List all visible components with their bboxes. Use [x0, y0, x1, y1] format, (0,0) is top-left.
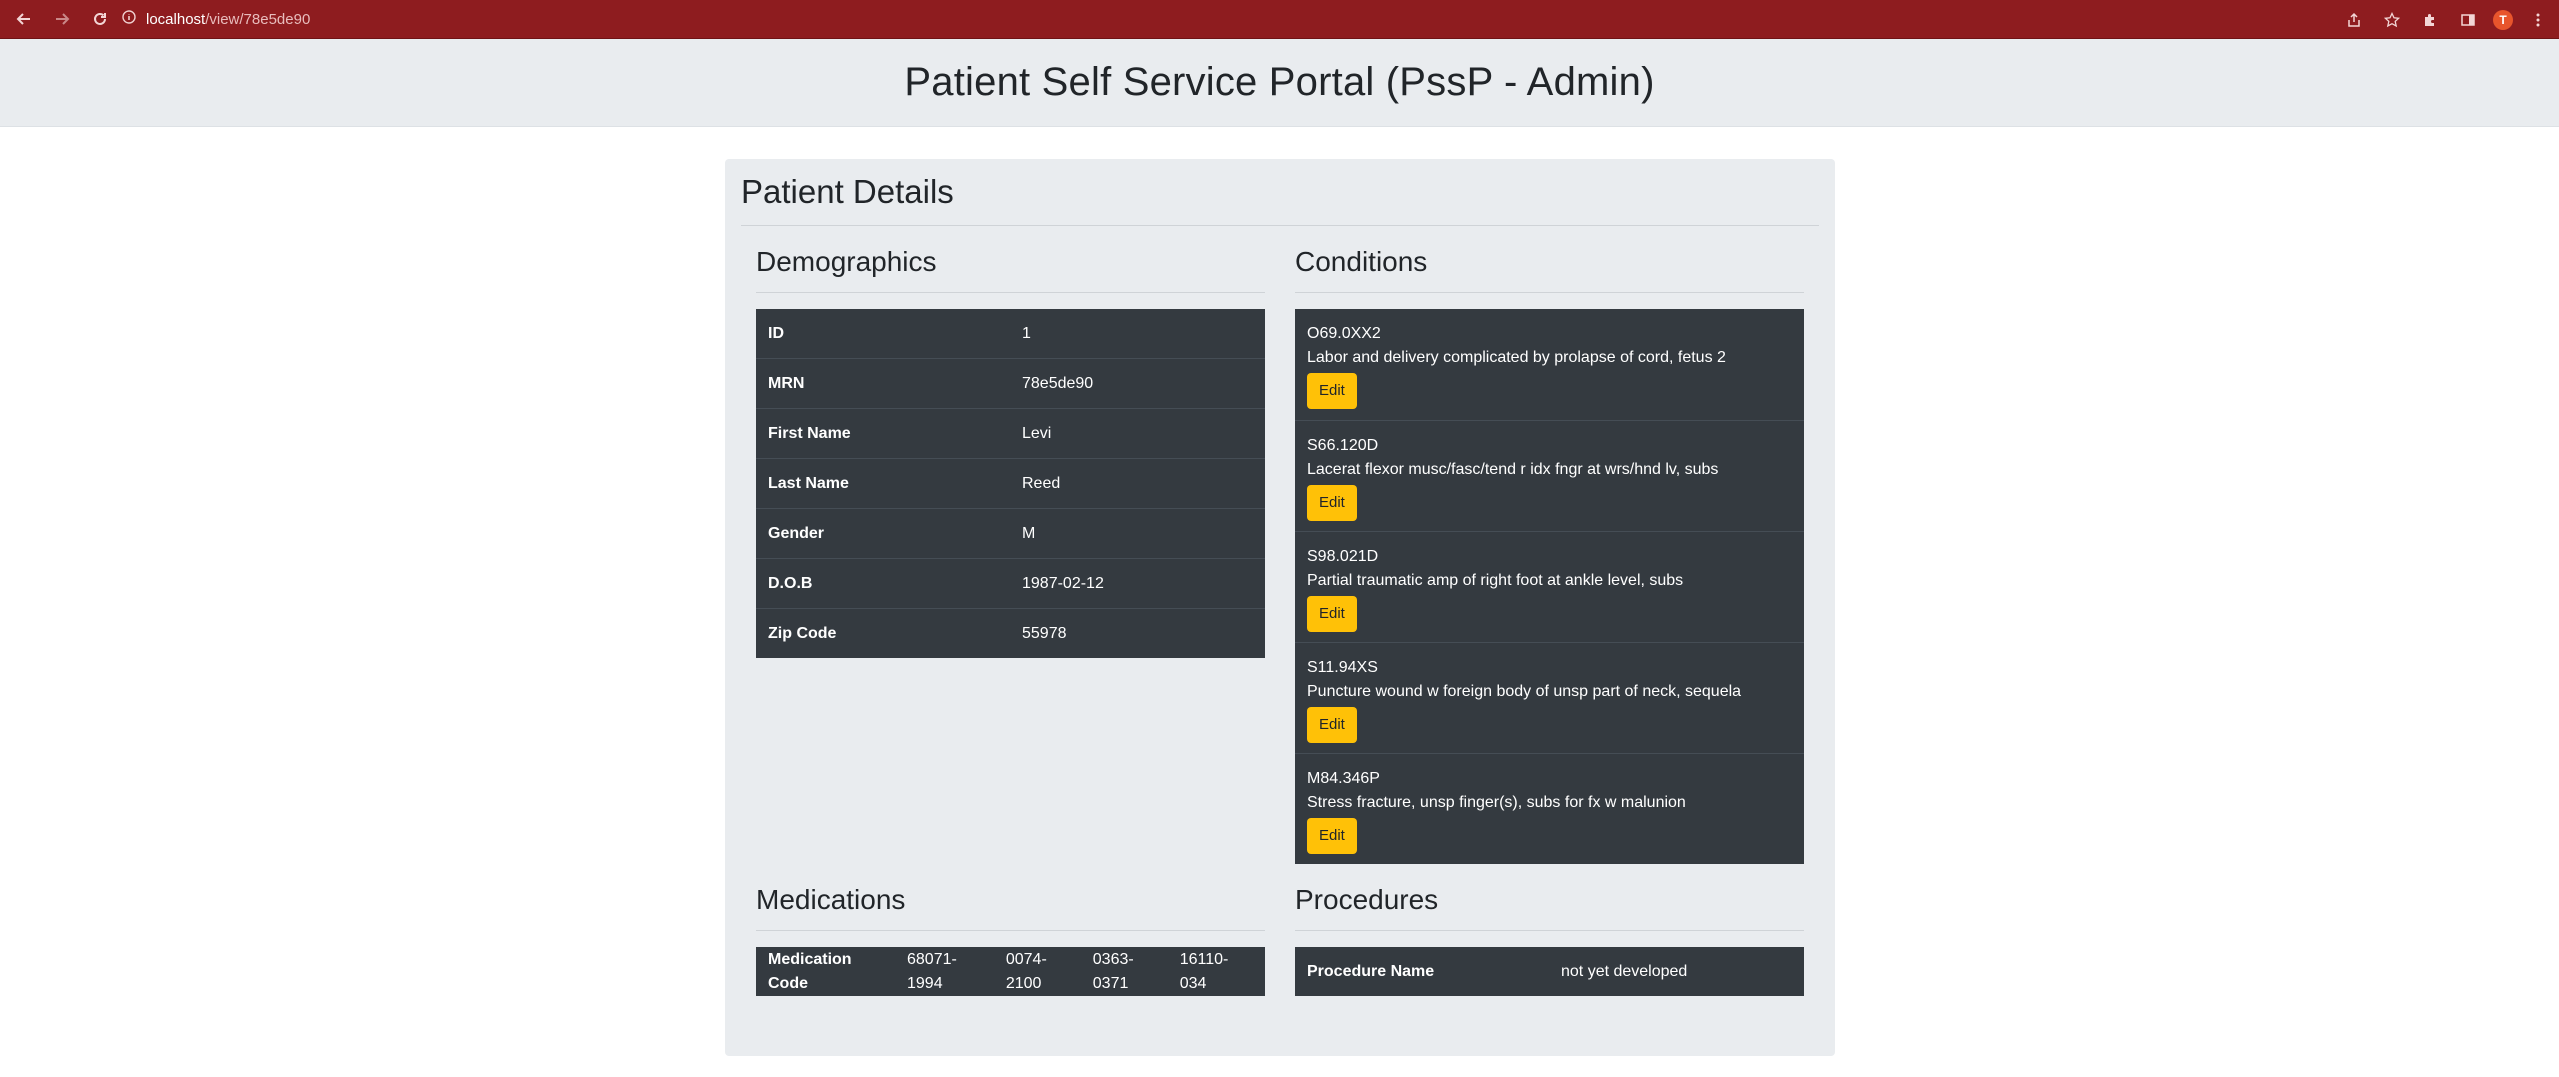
forward-arrow-icon[interactable]: [46, 3, 78, 35]
conditions-list: O69.0XX2 Labor and delivery complicated …: [1295, 309, 1804, 864]
row-value: Reed: [1010, 458, 1265, 509]
table-row: ID 1: [756, 309, 1265, 359]
row-value: 78e5de90: [1010, 358, 1265, 409]
demographics-title: Demographics: [756, 246, 1265, 293]
profile-avatar[interactable]: T: [2493, 9, 2513, 30]
condition-code: S98.021D: [1307, 548, 1379, 565]
edit-condition-button[interactable]: Edit: [1307, 596, 1357, 632]
medication-code: 16110- 034: [1168, 947, 1265, 996]
label-line: Code: [768, 974, 808, 992]
url-text: localhost/view/78e5de90: [146, 11, 310, 28]
code-part: 16110-: [1179, 950, 1229, 968]
row-value: Levi: [1010, 408, 1265, 459]
condition-code: O69.0XX2: [1307, 325, 1381, 342]
back-arrow-icon[interactable]: [8, 3, 40, 35]
code-part: 0363-: [1092, 950, 1134, 968]
condition-description: Lacerat flexor musc/fasc/tend r idx fngr…: [1307, 461, 1719, 478]
condition-code: M84.346P: [1307, 770, 1380, 787]
share-icon[interactable]: [2341, 7, 2367, 33]
condition-description: Puncture wound w foreign body of unsp pa…: [1307, 683, 1742, 700]
site-info-icon[interactable]: [122, 9, 136, 29]
app-header: Patient Self Service Portal (PssP - Admi…: [0, 39, 2559, 127]
conditions-section: Conditions O69.0XX2 Labor and delivery c…: [1295, 246, 1804, 864]
row-label: Gender: [756, 508, 1010, 559]
condition-item: M84.346P Stress fracture, unsp finger(s)…: [1295, 753, 1804, 864]
label-line: Medication: [768, 950, 852, 968]
code-part: 0371: [1092, 974, 1129, 992]
code-part: 2100: [1005, 974, 1042, 992]
demographics-table: ID 1 MRN 78e5de90 First Name Levi Last Name…: [756, 309, 1265, 658]
menu-kebab-icon[interactable]: [2525, 7, 2551, 33]
procedures-section: Procedures Procedure Name not yet develo…: [1295, 884, 1804, 996]
code-part: 1994: [907, 974, 943, 992]
medications-title: Medications: [756, 884, 1265, 931]
edit-condition-button[interactable]: Edit: [1307, 818, 1357, 854]
code-part: 0074-: [1005, 950, 1047, 968]
patient-details-card: Patient Details Demographics ID 1 MRN 78e5…: [725, 159, 1835, 1056]
medications-table: Medication Code 68071- 1994 0074- 2100 0363…: [756, 947, 1265, 996]
row-label: ID: [768, 324, 784, 342]
row-label: First Name: [756, 408, 1010, 459]
page-title: Patient Self Service Portal (PssP - Admi…: [904, 60, 1655, 104]
conditions-title: Conditions: [1295, 246, 1804, 293]
url-host: localhost: [146, 10, 206, 28]
condition-code: S11.94XS: [1307, 659, 1378, 676]
row-value: M: [1010, 508, 1265, 559]
card-title: Patient Details: [741, 173, 1819, 226]
browser-toolbar: localhost/view/78e5de90 T: [0, 0, 2559, 39]
code-part: 68071-: [907, 950, 957, 968]
condition-description: Stress fracture, unsp finger(s), subs fo…: [1307, 794, 1686, 811]
extensions-icon[interactable]: [2417, 7, 2443, 33]
edit-condition-button[interactable]: Edit: [1307, 485, 1357, 521]
procedure-name-label: Procedure Name: [1307, 962, 1435, 980]
medication-code-label: Medication Code: [756, 947, 895, 996]
table-row: Last Name Reed: [756, 458, 1265, 509]
condition-description: Labor and delivery complicated by prolap…: [1307, 349, 1726, 366]
side-panel-icon[interactable]: [2455, 7, 2481, 33]
row-value: 55978: [1010, 608, 1265, 658]
condition-description: Partial traumatic amp of right foot at a…: [1307, 572, 1684, 589]
condition-item: S98.021D Partial traumatic amp of right …: [1295, 531, 1804, 642]
medications-section: Medications Medication Code 68071- 1994 00…: [756, 884, 1265, 996]
url-path: /view/78e5de90: [205, 10, 311, 28]
bookmark-star-icon[interactable]: [2379, 7, 2405, 33]
row-label: Last Name: [756, 458, 1010, 509]
edit-condition-button[interactable]: Edit: [1307, 373, 1357, 409]
table-row: Medication Code 68071- 1994 0074- 2100 0363…: [756, 947, 1265, 996]
table-row: Zip Code 55978: [756, 608, 1265, 658]
row-value: 1: [1022, 324, 1031, 342]
condition-item: O69.0XX2 Labor and delivery complicated …: [1295, 309, 1804, 420]
table-row: D.O.B 1987-02-12: [756, 558, 1265, 609]
reload-icon[interactable]: [84, 3, 116, 35]
demographics-section: Demographics ID 1 MRN 78e5de90 First Name L…: [756, 246, 1265, 658]
table-row: Gender M: [756, 508, 1265, 559]
address-bar[interactable]: localhost/view/78e5de90: [122, 9, 310, 29]
medication-code: 0074- 2100: [994, 947, 1081, 996]
procedure-name-value: not yet developed: [1561, 962, 1688, 980]
condition-item: S11.94XS Puncture wound w foreign body o…: [1295, 642, 1804, 753]
row-label: D.O.B: [756, 558, 1010, 609]
table-row: Procedure Name not yet developed: [1295, 947, 1804, 996]
condition-item: S66.120D Lacerat flexor musc/fasc/tend r…: [1295, 420, 1804, 531]
edit-condition-button[interactable]: Edit: [1307, 707, 1357, 743]
row-label: Zip Code: [756, 608, 1010, 658]
row-label: MRN: [756, 358, 1010, 409]
procedures-table: Procedure Name not yet developed: [1295, 947, 1804, 996]
table-row: MRN 78e5de90: [756, 358, 1265, 409]
medication-code: 0363- 0371: [1081, 947, 1168, 996]
medication-code: 68071- 1994: [895, 947, 994, 996]
code-part: 034: [1179, 974, 1207, 992]
row-value: 1987-02-12: [1010, 558, 1265, 609]
procedures-title: Procedures: [1295, 884, 1804, 931]
condition-code: S66.120D: [1307, 437, 1379, 454]
table-row: First Name Levi: [756, 408, 1265, 459]
